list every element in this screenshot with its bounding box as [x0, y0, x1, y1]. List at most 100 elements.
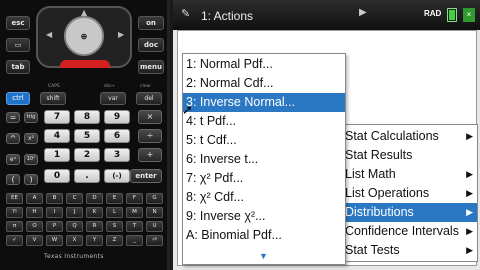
touchpad-click-button[interactable]: ⊕: [64, 16, 104, 56]
touchpad[interactable]: ▲ ◀ ▶ ⊕: [36, 6, 132, 68]
alpha-key[interactable]: EE: [6, 193, 23, 204]
software-screen: ✎ 1: Actions ▶ RAD × Stat Calculations ▶ S…: [173, 0, 480, 270]
key-3[interactable]: 3: [104, 148, 130, 162]
decimal-key[interactable]: .: [74, 169, 100, 183]
submenu-arrow-icon: ▶: [466, 245, 473, 255]
actions-menu-item[interactable]: Stat Tests ▶: [342, 241, 477, 260]
distribution-menu-item[interactable]: 8: χ² Cdf...: [183, 188, 345, 207]
scratchpad-key[interactable]: ▭: [6, 38, 30, 52]
tab-key[interactable]: tab: [6, 60, 30, 74]
key-6[interactable]: 6: [104, 129, 130, 143]
menu-key[interactable]: menu: [138, 60, 164, 74]
clear-label: clear: [140, 84, 152, 89]
distribution-menu-item[interactable]: 4: t Pdf...: [183, 112, 345, 131]
alpha-key[interactable]: ✓: [6, 235, 23, 246]
alpha-key[interactable]: A: [26, 193, 43, 204]
alpha-key[interactable]: H: [26, 207, 43, 218]
distribution-menu-item[interactable]: 3: Inverse Normal...: [183, 93, 345, 112]
actions-menu-item[interactable]: Confidence Intervals ▶: [342, 222, 477, 241]
divide-key[interactable]: ÷: [138, 129, 162, 143]
alpha-key[interactable]: E: [106, 193, 123, 204]
touchpad-home-bar[interactable]: [60, 60, 110, 68]
on-key[interactable]: on: [138, 16, 164, 30]
alpha-key[interactable]: G: [146, 193, 163, 204]
actions-menu-item-label: Confidence Intervals: [345, 224, 459, 238]
distribution-menu-item[interactable]: 6: Inverse t...: [183, 150, 345, 169]
key-2[interactable]: 2: [74, 148, 100, 162]
actions-menu-item[interactable]: Distributions ▶: [342, 203, 477, 222]
alpha-key[interactable]: B: [46, 193, 63, 204]
shift-key[interactable]: shift: [40, 92, 66, 105]
alpha-key[interactable]: π: [6, 221, 23, 232]
right-paren-key[interactable]: ): [24, 174, 38, 185]
alpha-key[interactable]: Q: [66, 221, 83, 232]
key-1[interactable]: 1: [44, 148, 70, 162]
multiply-key[interactable]: ×: [138, 110, 162, 124]
trig-key[interactable]: trig: [24, 112, 38, 123]
alpha-key[interactable]: V: [26, 235, 43, 246]
key-9[interactable]: 9: [104, 110, 130, 124]
del-key[interactable]: del: [136, 92, 162, 105]
alpha-key[interactable]: S: [106, 221, 123, 232]
alpha-key[interactable]: P: [46, 221, 63, 232]
alpha-key[interactable]: O: [26, 221, 43, 232]
alpha-key[interactable]: N: [146, 207, 163, 218]
actions-menu-item[interactable]: Stat Results: [342, 146, 477, 165]
power-key[interactable]: ^: [6, 133, 20, 144]
tools-icon[interactable]: ✎: [181, 7, 190, 20]
scroll-down-icon[interactable]: ▼: [259, 251, 268, 261]
alpha-key[interactable]: D: [86, 193, 103, 204]
square-key[interactable]: x²: [24, 133, 38, 144]
key-7[interactable]: 7: [44, 110, 70, 124]
alpha-key[interactable]: X: [66, 235, 83, 246]
ctrl-key[interactable]: ctrl: [6, 92, 30, 105]
actions-menu-item[interactable]: List Math ▶: [342, 165, 477, 184]
alpha-key[interactable]: Z: [106, 235, 123, 246]
alpha-key[interactable]: ⏎: [146, 235, 163, 246]
distribution-menu-item[interactable]: 1: Normal Pdf...: [183, 55, 345, 74]
key-4[interactable]: 4: [44, 129, 70, 143]
equals-key[interactable]: =: [6, 112, 20, 123]
brand-logo: Texas Instruments: [44, 253, 104, 260]
negative-key[interactable]: (-): [104, 169, 130, 183]
alpha-key[interactable]: U: [146, 221, 163, 232]
plus-key[interactable]: +: [138, 148, 162, 162]
distribution-menu-item[interactable]: 9: Inverse χ²...: [183, 207, 345, 226]
alpha-key[interactable]: W: [46, 235, 63, 246]
distribution-menu-item[interactable]: 2: Normal Cdf...: [183, 74, 345, 93]
alpha-key[interactable]: M: [126, 207, 143, 218]
expand-arrow-icon[interactable]: ▶: [359, 7, 367, 18]
left-paren-key[interactable]: (: [6, 174, 20, 185]
distribution-menu-item[interactable]: A: Binomial Pdf...: [183, 226, 345, 245]
actions-menu-item[interactable]: Stat Calculations ▶: [342, 127, 477, 146]
document-work-area: Stat Calculations ▶ Stat Results List Math ▶…: [177, 30, 478, 266]
log-key[interactable]: 10ˣ: [24, 154, 38, 165]
actions-menu-item-label: List Math: [345, 167, 396, 181]
key-5[interactable]: 5: [74, 129, 100, 143]
exp-key[interactable]: eˣ: [6, 154, 20, 165]
alpha-key[interactable]: K: [86, 207, 103, 218]
alpha-key[interactable]: L: [106, 207, 123, 218]
alpha-key[interactable]: T: [126, 221, 143, 232]
alpha-key[interactable]: C: [66, 193, 83, 204]
mouse-pointer-icon: ➚: [182, 103, 193, 118]
alpha-key[interactable]: ?!: [6, 207, 23, 218]
alpha-key[interactable]: R: [86, 221, 103, 232]
key-0[interactable]: 0: [44, 169, 70, 183]
alpha-key[interactable]: J: [66, 207, 83, 218]
alpha-key[interactable]: _: [126, 235, 143, 246]
distribution-menu-item[interactable]: 7: χ² Pdf...: [183, 169, 345, 188]
enter-key[interactable]: enter: [130, 169, 162, 183]
esc-key[interactable]: esc: [6, 16, 30, 30]
close-button[interactable]: ×: [463, 8, 475, 22]
alpha-key[interactable]: Y: [86, 235, 103, 246]
actions-menu-item-label: Stat Results: [345, 148, 413, 162]
submenu-arrow-icon: ▶: [466, 226, 473, 236]
distribution-menu-item[interactable]: 5: t Cdf...: [183, 131, 345, 150]
var-key[interactable]: var: [100, 92, 126, 105]
actions-menu-item[interactable]: List Operations ▶: [342, 184, 477, 203]
doc-key[interactable]: doc: [138, 38, 164, 52]
key-8[interactable]: 8: [74, 110, 100, 124]
alpha-key[interactable]: F: [126, 193, 143, 204]
alpha-key[interactable]: I: [46, 207, 63, 218]
